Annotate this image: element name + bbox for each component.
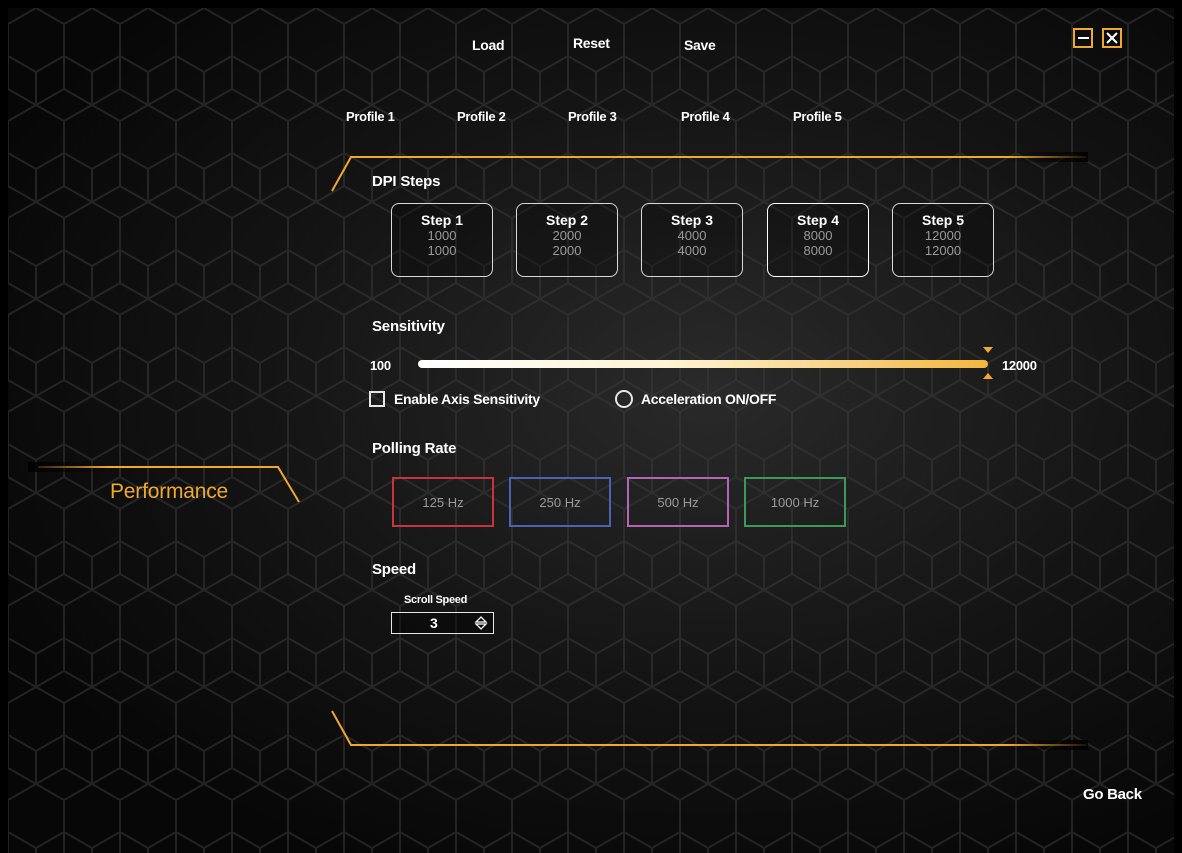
dpi-step-3[interactable]: Step 3 4000 4000 (641, 203, 743, 277)
scroll-speed-stepper[interactable]: 3 (391, 612, 494, 634)
dpi-step-x: 12000 (924, 228, 962, 243)
scroll-speed-value[interactable]: 3 (430, 615, 438, 631)
frame-fades (28, 152, 1088, 750)
sensitivity-min-label: 100 (370, 358, 391, 373)
polling-500-button[interactable]: 500 Hz (627, 477, 729, 527)
polling-125-button[interactable]: 125 Hz (392, 477, 494, 527)
polling-500-label: 500 Hz (657, 494, 699, 510)
dpi-step-x: 1000 (427, 228, 457, 243)
polling-1000-button[interactable]: 1000 Hz (744, 477, 846, 527)
acceleration-label[interactable]: Acceleration ON/OFF (641, 391, 776, 407)
dpi-step-x: 8000 (803, 228, 833, 243)
dpi-step-y: 12000 (924, 243, 962, 258)
dpi-step-x: 2000 (552, 228, 582, 243)
sensitivity-title: Sensitivity (372, 318, 445, 335)
sensitivity-max-label: 12000 (1002, 358, 1037, 373)
dpi-step-y: 2000 (552, 243, 582, 258)
acceleration-radio[interactable] (615, 390, 633, 408)
polling-250-label: 250 Hz (539, 494, 581, 510)
dpi-step-4[interactable]: Step 4 8000 8000 (767, 203, 869, 277)
axis-sensitivity-label[interactable]: Enable Axis Sensitivity (394, 391, 540, 407)
dpi-step-1[interactable]: Step 1 1000 1000 (391, 203, 493, 277)
dpi-step-x: 4000 (677, 228, 707, 243)
app-window: Load Reset Save Profile 1 Profile 2 Prof… (8, 8, 1174, 853)
polling-125-label: 125 Hz (422, 494, 464, 510)
dpi-step-y: 1000 (427, 243, 457, 258)
dpi-step-y: 8000 (803, 243, 833, 258)
nav-performance[interactable]: Performance (110, 480, 228, 504)
go-back-button[interactable]: Go Back (1083, 786, 1142, 803)
dpi-step-label: Step 4 (796, 212, 839, 228)
axis-sensitivity-checkbox[interactable] (369, 391, 385, 407)
dpi-step-label: Step 3 (670, 212, 713, 228)
stepper-arrows-icon[interactable] (474, 616, 488, 630)
polling-250-button[interactable]: 250 Hz (509, 477, 611, 527)
scroll-speed-label: Scroll Speed (404, 594, 468, 606)
dpi-step-label: Step 5 (921, 212, 964, 228)
dpi-step-label: Step 2 (545, 212, 588, 228)
polling-rate-title: Polling Rate (372, 440, 457, 457)
sensitivity-slider-thumb[interactable] (982, 345, 994, 381)
speed-title: Speed (372, 561, 417, 578)
dpi-step-5[interactable]: Step 5 12000 12000 (892, 203, 994, 277)
polling-1000-label: 1000 Hz (770, 494, 820, 510)
dpi-step-y: 4000 (677, 243, 707, 258)
dpi-step-2[interactable]: Step 2 2000 2000 (516, 203, 618, 277)
dpi-step-label: Step 1 (420, 212, 463, 228)
dpi-steps-title: DPI Steps (372, 173, 441, 190)
sensitivity-slider-track[interactable] (418, 360, 988, 368)
